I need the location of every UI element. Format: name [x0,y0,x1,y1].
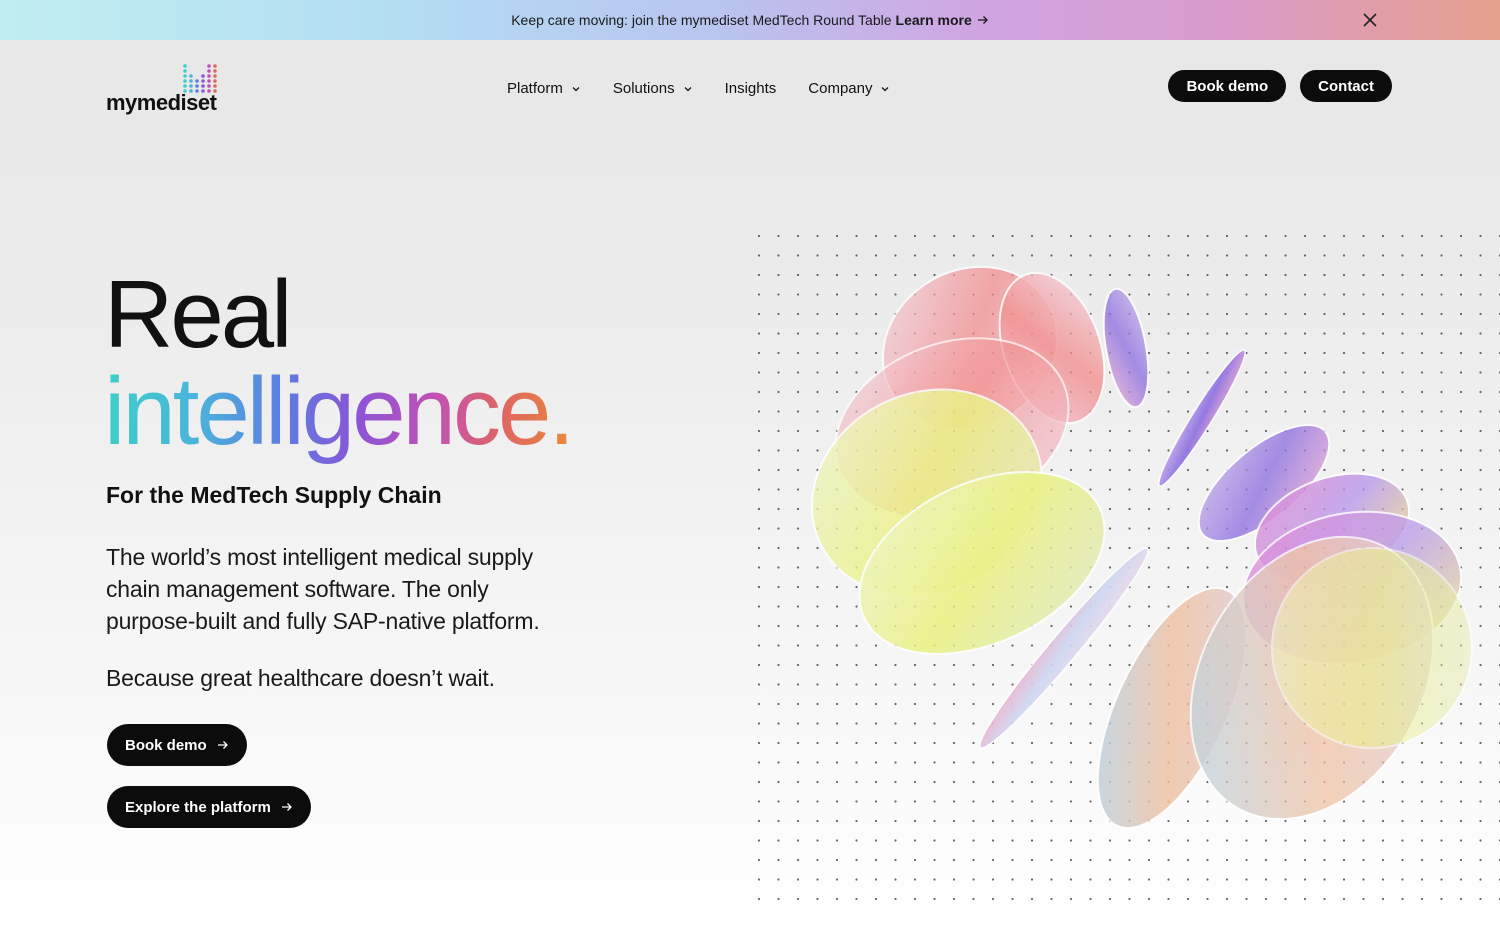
hero-subtitle: For the MedTech Supply Chain [106,482,442,508]
nav-item-platform[interactable]: Platform [507,80,581,97]
chevron-down-icon [684,86,692,91]
arrow-right-icon [281,803,292,811]
chevron-down-icon [572,86,580,91]
nav-item-company[interactable]: Company [808,80,890,97]
announcement-bar: Keep care moving: join the mymediset Med… [0,0,1500,40]
book-demo-button[interactable]: Book demo [1168,70,1287,102]
announcement-content: Keep care moving: join the mymediset Med… [511,12,989,28]
hero-book-demo-button[interactable]: Book demo [107,724,247,766]
hero-title-line2: intelligence. [104,358,575,465]
learn-more-label: Learn more [895,12,972,28]
header-actions: Book demo Contact [1168,70,1392,102]
brand-logo[interactable]: mymediset [106,60,226,116]
nav-label: Company [808,80,873,97]
hero-tagline: Because great healthcare doesn’t wait. [106,665,495,691]
chevron-down-icon [882,86,889,91]
main-nav: Platform Solutions Insights Company [507,80,890,97]
announcement-message: Keep care moving: join the mymediset Med… [511,12,892,28]
nav-label: Solutions [612,80,675,97]
nav-label: Platform [507,80,563,97]
cta-label: Explore the platform [125,798,271,816]
close-icon[interactable] [1360,10,1380,30]
hero-title-line1: Real [104,261,292,368]
site-header: mymediset Platform Solutions Insights Co… [0,40,1500,140]
announcement-learn-more-link[interactable]: Learn more [896,12,989,28]
nav-item-solutions[interactable]: Solutions [613,80,693,97]
nav-item-insights[interactable]: Insights [725,80,777,97]
hero-description: The world’s most intelligent medical sup… [106,544,540,634]
contact-button[interactable]: Contact [1300,70,1392,102]
brand-name: mymediset [106,90,217,115]
arrow-right-icon [977,16,988,24]
hero-artwork [752,228,1500,900]
cta-label: Book demo [125,736,207,754]
explore-platform-button[interactable]: Explore the platform [107,786,311,828]
arrow-right-icon [217,741,228,749]
nav-label: Insights [724,80,777,97]
logo-mark-icon [183,64,217,93]
